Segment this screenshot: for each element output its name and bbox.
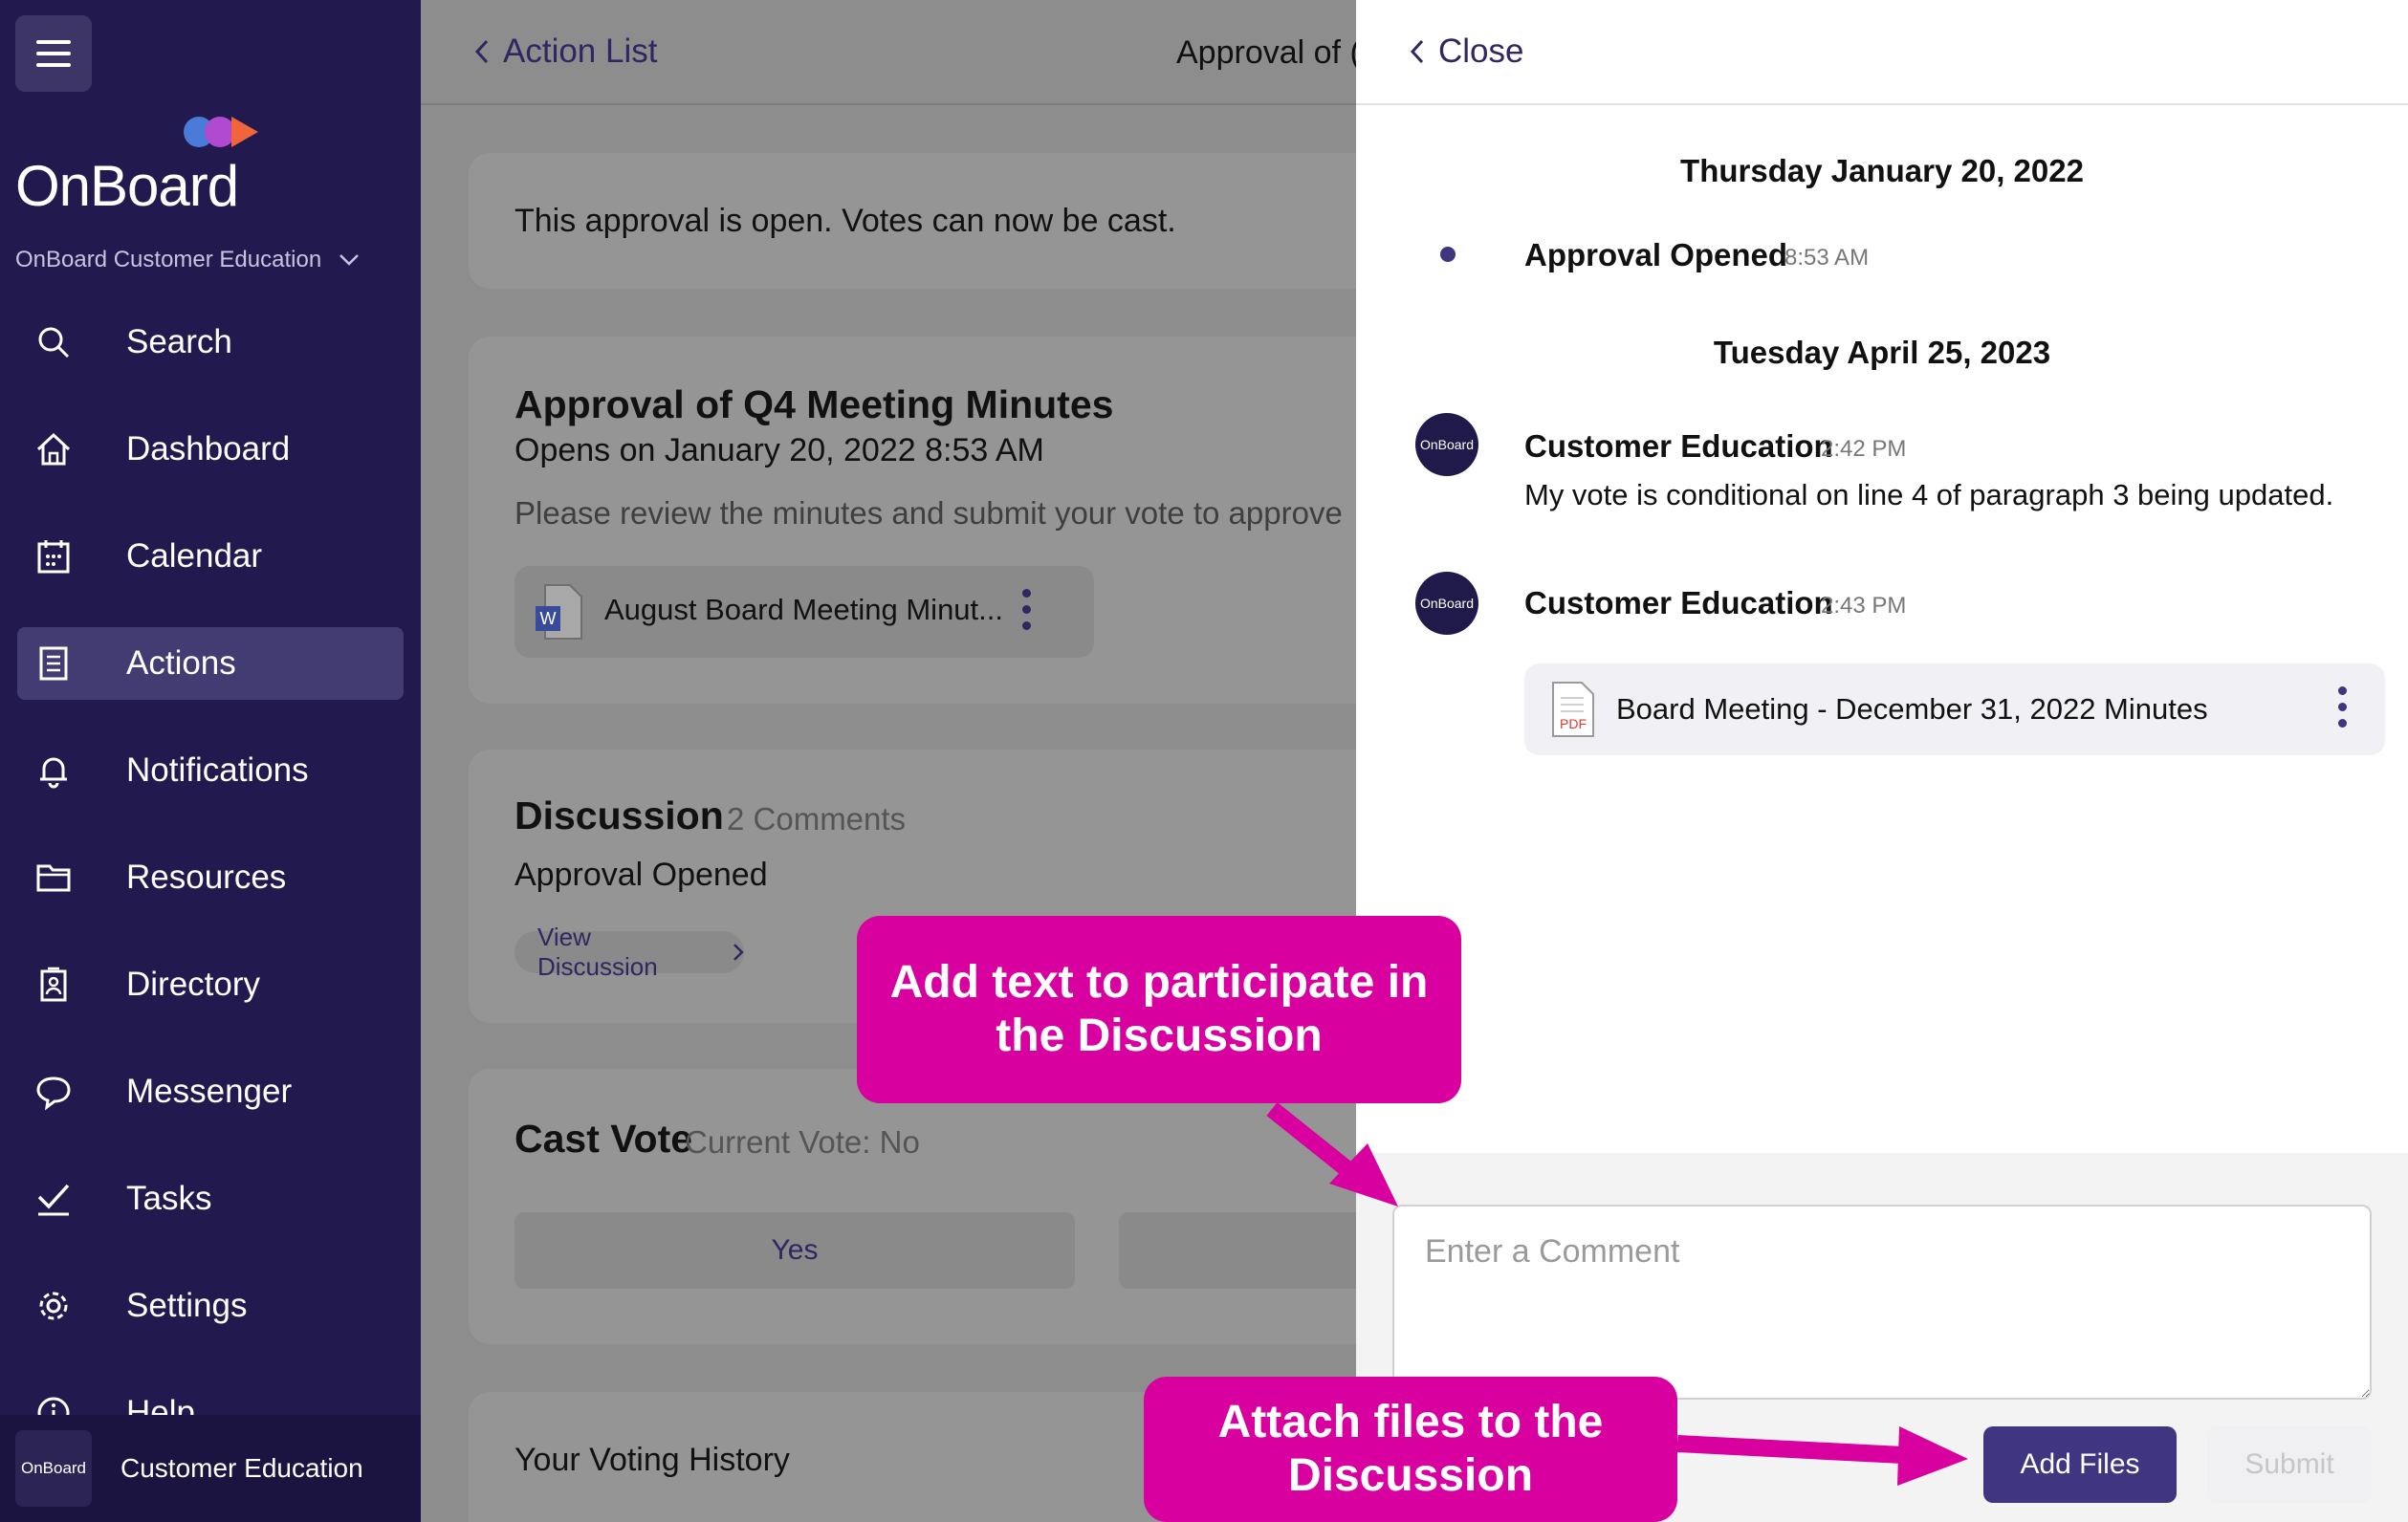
- chevron-left-icon: [1410, 39, 1424, 64]
- sidebar-item-label: Search: [126, 323, 232, 360]
- bell-icon: [34, 751, 73, 790]
- sidebar-item-label: Notifications: [126, 751, 309, 789]
- avatar: OnBoard: [1415, 572, 1478, 635]
- header: Action List Approval of (: [421, 0, 1356, 105]
- vote-yes-button[interactable]: Yes: [514, 1212, 1075, 1289]
- submit-button[interactable]: Submit: [2207, 1426, 2372, 1503]
- approval-card: Approval of Q4 Meeting Minutes Opens on …: [469, 337, 1356, 704]
- sidebar-item-actions[interactable]: Actions: [17, 627, 404, 700]
- calendar-icon: [34, 537, 73, 576]
- svg-text:PDF: PDF: [1560, 716, 1587, 731]
- directory-icon: [34, 966, 73, 1004]
- view-discussion-button[interactable]: View Discussion: [514, 923, 744, 981]
- status-text: This approval is open. Votes can now be …: [514, 203, 1176, 239]
- vote-no-button[interactable]: [1119, 1212, 1356, 1289]
- pdf-file-icon: PDF: [1552, 682, 1594, 737]
- sidebar-item-notifications[interactable]: Notifications: [17, 734, 404, 807]
- more-options-icon[interactable]: [1019, 589, 1033, 637]
- sidebar-item-resources[interactable]: Resources: [17, 841, 404, 914]
- approval-description: Please review the minutes and submit you…: [514, 495, 1343, 531]
- actions-list-icon: [34, 644, 73, 683]
- status-card: This approval is open. Votes can now be …: [469, 153, 1356, 289]
- close-label: Close: [1438, 33, 1524, 70]
- more-options-icon[interactable]: [2335, 686, 2349, 734]
- sidebar-item-label: Settings: [126, 1287, 248, 1324]
- sidebar-nav: Search Dashboard Calendar Actions Notifi…: [17, 306, 404, 1484]
- user-name: Customer Education: [120, 1453, 363, 1483]
- voting-history-heading: Your Voting History: [514, 1442, 790, 1478]
- organization-selector[interactable]: OnBoard Customer Education: [15, 247, 360, 273]
- sidebar: OnBoard OnBoard Customer Education Searc…: [0, 0, 421, 1522]
- sidebar-item-label: Actions: [126, 644, 236, 682]
- folder-icon: [34, 859, 73, 897]
- sidebar-item-directory[interactable]: Directory: [17, 948, 404, 1021]
- page-title: Approval of (: [1176, 34, 1356, 71]
- avatar: OnBoard: [1415, 413, 1478, 476]
- approval-title: Approval of Q4 Meeting Minutes: [514, 382, 1114, 426]
- sidebar-item-calendar[interactable]: Calendar: [17, 520, 404, 593]
- home-icon: [34, 430, 73, 468]
- comment-text: My vote is conditional on line 4 of para…: [1524, 478, 2334, 511]
- comment-time: 2:42 PM: [1821, 436, 1907, 462]
- current-vote: Current Vote: No: [685, 1124, 920, 1160]
- sidebar-item-label: Messenger: [126, 1073, 293, 1110]
- menu-toggle-button[interactable]: [15, 15, 92, 92]
- callout-attach: Attach files to the Discussion: [1144, 1377, 1677, 1522]
- date-separator: Thursday January 20, 2022: [1680, 153, 2084, 188]
- current-user[interactable]: OnBoard Customer Education: [0, 1415, 421, 1522]
- chevron-left-icon: [474, 39, 489, 64]
- chevron-down-icon: [339, 254, 360, 266]
- back-to-action-list-link[interactable]: Action List: [474, 33, 657, 71]
- svg-text:W: W: [540, 609, 557, 628]
- checkmark-icon: [34, 1180, 73, 1218]
- approval-open-date: Opens on January 20, 2022 8:53 AM: [514, 432, 1044, 468]
- logo-mark-icon: [184, 117, 258, 147]
- sidebar-item-label: Dashboard: [126, 430, 291, 467]
- attachment-name: Board Meeting - December 31, 2022 Minute…: [1616, 692, 2208, 726]
- callout-participate: Add text to participate in the Discussio…: [857, 916, 1461, 1103]
- discussion-heading: Discussion: [514, 794, 724, 837]
- comment-count: 2 Comments: [727, 801, 907, 837]
- comment-author: Customer Education: [1524, 585, 1833, 620]
- comment-input[interactable]: [1392, 1205, 2372, 1400]
- comment-time: 2:43 PM: [1821, 593, 1907, 619]
- discussion-panel: Close Thursday January 20, 2022 Approval…: [1356, 0, 2408, 1522]
- organization-name: OnBoard Customer Education: [15, 247, 322, 272]
- sidebar-item-label: Resources: [126, 859, 287, 896]
- comment-attachment[interactable]: PDF Board Meeting - December 31, 2022 Mi…: [1524, 663, 2385, 755]
- panel-header: Close: [1356, 0, 2408, 105]
- sidebar-item-label: Calendar: [126, 537, 263, 575]
- chat-bubble-icon: [34, 1073, 73, 1111]
- sidebar-item-settings[interactable]: Settings: [17, 1270, 404, 1342]
- sidebar-item-tasks[interactable]: Tasks: [17, 1163, 404, 1235]
- callout-text: Attach files to the Discussion: [1217, 1397, 1604, 1501]
- avatar: OnBoard: [15, 1430, 92, 1507]
- file-name: August Board Meeting Minut...: [604, 593, 1004, 626]
- latest-activity: Approval Opened: [514, 857, 768, 893]
- gear-icon: [34, 1287, 73, 1325]
- approval-detail: Action List Approval of ( This approval …: [421, 0, 1356, 1522]
- comment-author: Customer Education: [1524, 428, 1833, 464]
- sidebar-item-label: Tasks: [126, 1180, 212, 1217]
- event-label: Approval Opened: [1524, 237, 1788, 272]
- sidebar-item-label: Directory: [126, 966, 261, 1003]
- callout-text: Add text to participate in the Discussio…: [889, 957, 1429, 1061]
- chevron-right-icon: [733, 944, 744, 961]
- sidebar-item-dashboard[interactable]: Dashboard: [17, 413, 404, 486]
- close-panel-button[interactable]: Close: [1410, 33, 1523, 71]
- cast-vote-card: Cast Vote Current Vote: No Yes: [469, 1069, 1356, 1344]
- logo-wordmark: OnBoard: [15, 154, 239, 218]
- attached-file[interactable]: W August Board Meeting Minut...: [514, 566, 1094, 658]
- word-document-icon: W: [536, 584, 582, 640]
- sidebar-item-search[interactable]: Search: [17, 306, 404, 379]
- search-icon: [34, 323, 73, 361]
- cast-vote-heading: Cast Vote: [514, 1117, 693, 1161]
- add-files-button[interactable]: Add Files: [1983, 1426, 2177, 1503]
- sidebar-item-messenger[interactable]: Messenger: [17, 1055, 404, 1128]
- event-dot-icon: [1440, 247, 1456, 262]
- event-time: 8:53 AM: [1784, 245, 1870, 271]
- back-link-label: Action List: [503, 33, 658, 70]
- view-discussion-label: View Discussion: [537, 923, 658, 981]
- date-separator: Tuesday April 25, 2023: [1713, 335, 2051, 370]
